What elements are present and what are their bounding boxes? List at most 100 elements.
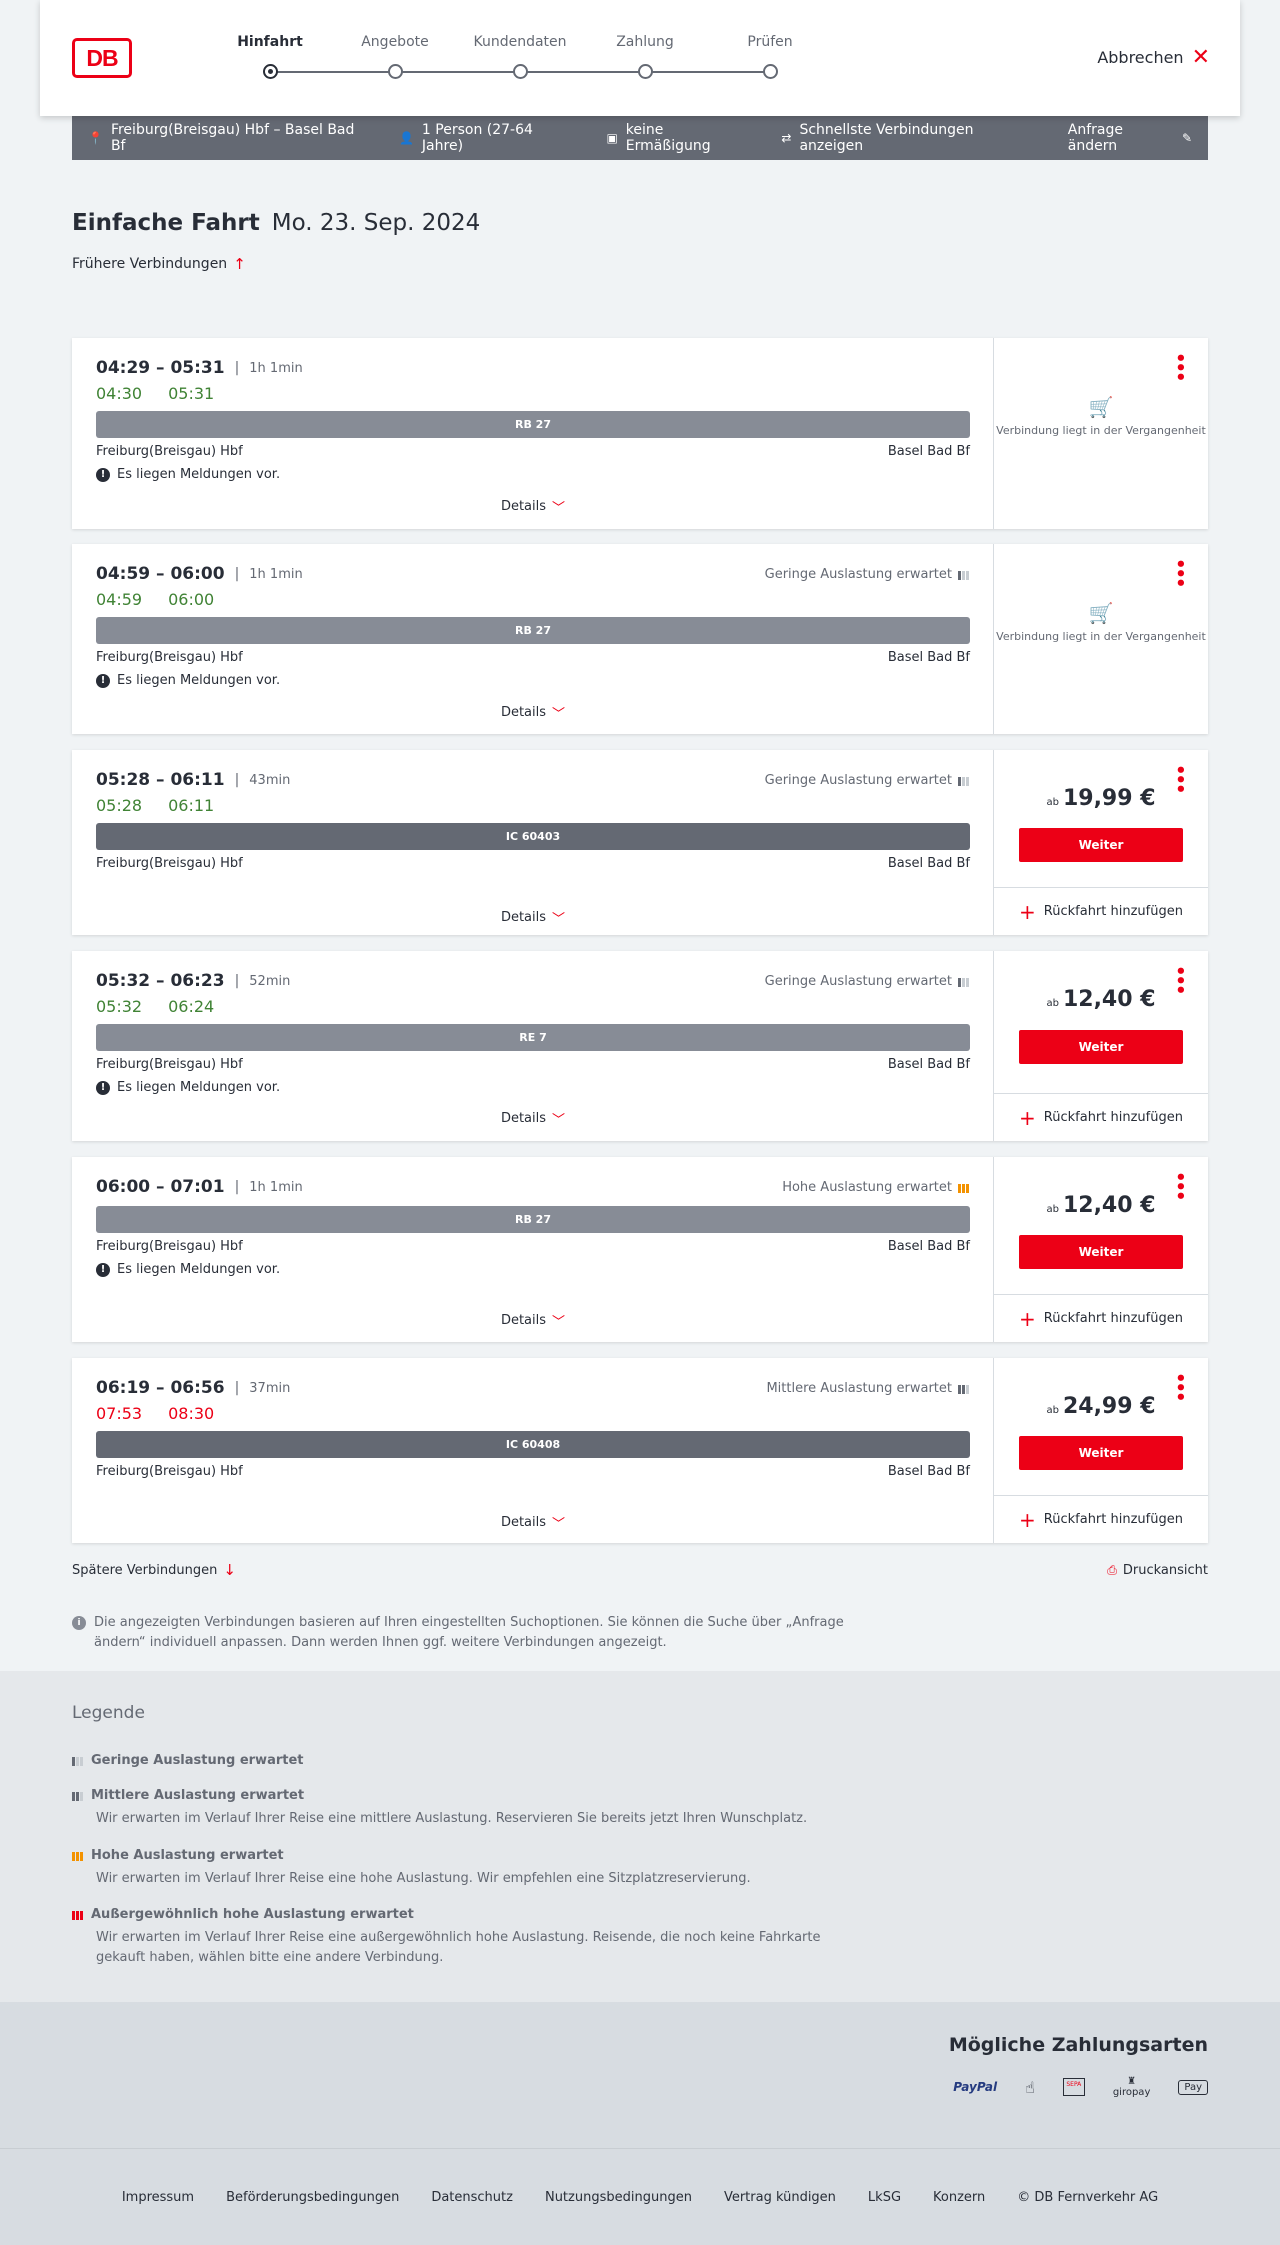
persons-info: 👤 1 Person (27-64 Jahre): [398, 122, 533, 154]
high-load-icon: [72, 1850, 83, 1861]
step-pruefen: Prüfen: [710, 34, 830, 79]
paypal-icon: PayPal: [953, 2080, 998, 2094]
footer-link-nutzung[interactable]: Nutzungsbedingungen: [545, 2190, 692, 2205]
swap-arrows-icon: ⇄: [781, 131, 792, 145]
continue-button[interactable]: Weiter: [1019, 1030, 1183, 1064]
plus-icon: +: [1019, 1306, 1036, 1331]
stations: Freiburg(Breisgau) Hbf Basel Bad Bf: [96, 856, 970, 871]
connection-details: 05:28 – 06:11 | 43min Geringe Auslastung e…: [72, 750, 994, 935]
details-toggle[interactable]: Details ﹀: [72, 703, 994, 722]
earlier-connections-link[interactable]: Frühere Verbindungen ↑: [72, 254, 1208, 274]
change-request-button[interactable]: Anfrage ändern ✎: [1068, 122, 1192, 154]
past-connection-notice: 🛒 Verbindung liegt in der Vergangenheit: [994, 395, 1208, 438]
legend-section: Legende Geringe Auslastung erwartet Mitt…: [0, 1671, 1280, 2002]
footer-link-datenschutz[interactable]: Datenschutz: [431, 2190, 513, 2205]
discount-info: ▣ keine Ermäßigung: [606, 122, 711, 154]
payment-title: Mögliche Zahlungsarten: [948, 2034, 1208, 2056]
train-bar[interactable]: RE 7: [96, 1024, 970, 1051]
stations: Freiburg(Breisgau) Hbf Basel Bad Bf: [96, 1239, 970, 1254]
offer-panel: ••• 🛒 Verbindung liegt in der Vergangenhe…: [994, 544, 1208, 734]
stations: Freiburg(Breisgau) Hbf Basel Bad Bf: [96, 1057, 970, 1072]
search-options-note: i Die angezeigten Verbindungen basieren …: [72, 1613, 872, 1653]
info-icon: i: [72, 1616, 86, 1630]
legend-item-extreme: Außergewöhnlich hohe Auslastung erwartet…: [72, 1907, 872, 1968]
legend-item-low: Geringe Auslastung erwartet: [72, 1753, 872, 1768]
step-dot: [388, 64, 403, 79]
train-bar[interactable]: RB 27: [96, 617, 970, 644]
connection-details: 06:00 – 07:01 | 1h 1min Hohe Auslastung er…: [72, 1157, 994, 1342]
footer-copyright: © DB Fernverkehr AG: [1017, 2189, 1159, 2205]
booking-stepper: Hinfahrt Angebote Kundendaten Zahlung Pr…: [210, 34, 793, 84]
more-options-icon[interactable]: •••: [1169, 558, 1190, 587]
legend-item-high: Hohe Auslastung erwartet Wir erwarten im…: [72, 1848, 872, 1889]
price: ab 12,40 €: [1046, 1193, 1156, 1218]
load-indicator: Geringe Auslastung erwartet: [765, 773, 969, 788]
step-dot: [763, 64, 778, 79]
train-bar[interactable]: RB 27: [96, 411, 970, 438]
payment-methods-section: Mögliche Zahlungsarten PayPal ☝ SEPA ♜ gi…: [0, 2002, 1280, 2148]
more-options-icon[interactable]: •••: [1169, 352, 1190, 381]
footer-link-konzern[interactable]: Konzern: [933, 2190, 985, 2205]
add-return-trip-button[interactable]: + Rückfahrt hinzufügen: [994, 1093, 1208, 1141]
offer-panel: ••• 🛒 Verbindung liegt in der Vergangenhe…: [994, 338, 1208, 529]
high-load-icon: [958, 1182, 969, 1193]
db-logo[interactable]: DB: [72, 38, 132, 78]
footer-link-vertrag[interactable]: Vertrag kündigen: [724, 2190, 836, 2205]
messages-notice: ! Es liegen Meldungen vor.: [96, 467, 280, 482]
travel-date: Mo. 23. Sep. 2024: [271, 210, 481, 236]
continue-button[interactable]: Weiter: [1019, 828, 1183, 862]
exclamation-icon: !: [96, 1262, 110, 1277]
connection-details: 04:59 – 06:00 | 1h 1min Geringe Auslastung…: [72, 544, 994, 734]
train-bar[interactable]: IC 60403: [96, 823, 970, 850]
location-pin-icon: 📍: [88, 131, 103, 145]
messages-notice: ! Es liegen Meldungen vor.: [96, 673, 280, 688]
later-connections-link[interactable]: Spätere Verbindungen ↓: [72, 1561, 236, 1579]
details-toggle[interactable]: Details ﹀: [72, 1513, 994, 1532]
realtime-times: 05:28 06:11: [96, 796, 215, 815]
details-toggle[interactable]: Details ﹀: [72, 1311, 994, 1330]
connection-times: 04:29 – 05:31 | 1h 1min: [96, 358, 303, 378]
footer-link-befoerderung[interactable]: Beförderungsbedingungen: [226, 2190, 399, 2205]
details-toggle[interactable]: Details ﹀: [72, 1109, 994, 1128]
add-return-trip-button[interactable]: + Rückfahrt hinzufügen: [994, 1495, 1208, 1543]
stations: Freiburg(Breisgau) Hbf Basel Bad Bf: [96, 650, 970, 665]
print-view-link[interactable]: ⎙ Druckansicht: [1107, 1561, 1208, 1579]
continue-button[interactable]: Weiter: [1019, 1436, 1183, 1470]
offer-panel: ••• ab 12,40 € Weiter + Rückfahrt hinzufüg…: [994, 1157, 1208, 1342]
details-toggle[interactable]: Details ﹀: [72, 497, 994, 516]
price: ab 19,99 €: [1046, 786, 1156, 811]
train-bar[interactable]: RB 27: [96, 1206, 970, 1233]
query-bar: 📍 Freiburg(Breisgau) Hbf – Basel Bad Bf 👤…: [72, 116, 1208, 160]
messages-notice: ! Es liegen Meldungen vor.: [96, 1080, 280, 1095]
realtime-times: 04:59 06:00: [96, 590, 215, 609]
realtime-times: 07:53 08:30: [96, 1404, 215, 1423]
page-title-row: Einfache Fahrt Mo. 23. Sep. 2024: [72, 210, 1208, 236]
step-hinfahrt: Hinfahrt: [210, 34, 330, 79]
connection-card: 04:29 – 05:31 | 1h 1min 04:30 05:31 RB 27 F…: [72, 338, 1208, 529]
train-bar[interactable]: IC 60408: [96, 1431, 970, 1458]
cart-unavailable-icon: 🛒: [1088, 395, 1114, 419]
connection-details: 05:32 – 06:23 | 52min Geringe Auslastung e…: [72, 951, 994, 1141]
add-return-trip-button[interactable]: + Rückfahrt hinzufügen: [994, 1294, 1208, 1342]
details-toggle[interactable]: Details ﹀: [72, 908, 994, 927]
offer-panel: ••• ab 24,99 € Weiter + Rückfahrt hinzufüg…: [994, 1358, 1208, 1543]
realtime-times: 05:32 06:24: [96, 997, 215, 1016]
main-content: Einfache Fahrt Mo. 23. Sep. 2024 Frühere…: [72, 210, 1208, 1716]
connection-times: 05:32 – 06:23 | 52min: [96, 971, 291, 991]
load-indicator: Hohe Auslastung erwartet: [782, 1180, 969, 1195]
contactless-card-icon: ☝: [1025, 2077, 1035, 2097]
sepa-icon: SEPA: [1062, 2078, 1085, 2096]
low-load-icon: [958, 569, 969, 580]
footer: Impressum Beförderungsbedingungen Datens…: [0, 2148, 1280, 2245]
continue-button[interactable]: Weiter: [1019, 1235, 1183, 1269]
extreme-load-icon: [72, 1909, 83, 1920]
step-kundendaten: Kundendaten: [460, 34, 580, 79]
plus-icon: +: [1019, 1507, 1036, 1532]
cancel-button[interactable]: Abbrechen ✕: [1097, 46, 1210, 68]
add-return-trip-button[interactable]: + Rückfahrt hinzufügen: [994, 887, 1208, 935]
footer-link-lksg[interactable]: LkSG: [868, 2190, 901, 2205]
stations: Freiburg(Breisgau) Hbf Basel Bad Bf: [96, 1464, 970, 1479]
messages-notice: ! Es liegen Meldungen vor.: [96, 1262, 280, 1277]
footer-link-impressum[interactable]: Impressum: [122, 2190, 194, 2205]
plus-icon: +: [1019, 899, 1036, 924]
